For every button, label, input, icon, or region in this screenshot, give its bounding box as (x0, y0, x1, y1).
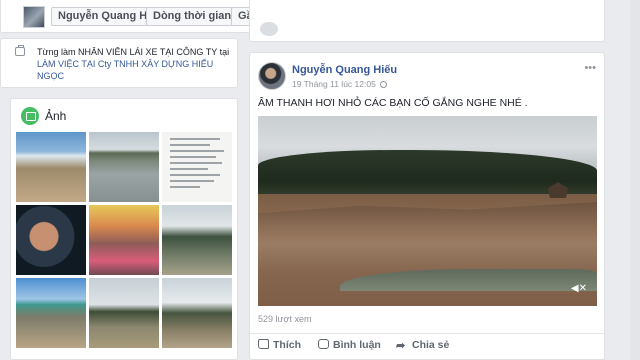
post-timestamp[interactable]: 19 Tháng 11 lúc 12:05 (292, 79, 376, 89)
mute-icon[interactable]: ◀✕ (571, 283, 587, 294)
author-avatar[interactable] (258, 62, 286, 90)
previous-post-card (249, 0, 605, 42)
photos-title[interactable]: Ảnh (45, 109, 66, 123)
intro-card: Từng làm NHÂN VIÊN LÁI XE TẠI CÔNG TY tạ… (0, 38, 238, 88)
share-label: Chia sẻ (412, 339, 450, 351)
share-icon: ➦ (396, 340, 406, 352)
photo-thumbnail[interactable] (162, 205, 232, 275)
work-info: Từng làm NHÂN VIÊN LÁI XE TẠI CÔNG TY tạ… (37, 46, 233, 82)
comment-label: Bình luận (333, 339, 381, 351)
photo-thumbnail[interactable] (89, 205, 159, 275)
comment-button[interactable]: Bình luận (318, 339, 381, 351)
comment-icon (318, 339, 329, 349)
like-button[interactable]: Thích (258, 339, 301, 351)
photo-thumbnail[interactable] (16, 278, 86, 348)
post-actions-bar: Thích Bình luận ➦ Chia sẻ (250, 333, 604, 359)
photo-thumbnail[interactable] (162, 132, 232, 202)
video-player[interactable]: ◀✕ (258, 116, 597, 306)
photo-thumbnail[interactable] (89, 132, 159, 202)
photos-icon (21, 107, 39, 125)
thumbs-up-icon (258, 339, 269, 349)
post-text: ÂM THANH HƠI NHỎ CÁC BẠN CỐ GẮNG NGHE NH… (258, 97, 528, 109)
photo-thumbnail[interactable] (89, 278, 159, 348)
post-meta: 19 Tháng 11 lúc 12:05 (292, 79, 388, 89)
filter-label: Dòng thời gian (153, 10, 232, 22)
profile-avatar[interactable] (23, 6, 45, 28)
globe-icon[interactable] (380, 81, 388, 88)
briefcase-icon (15, 45, 25, 56)
work-info-label: Từng làm NHÂN VIÊN LÁI XE TẠI CÔNG TY tạ… (37, 47, 230, 57)
reaction-icon[interactable] (260, 22, 278, 36)
video-post: Nguyễn Quang Hiếu 19 Tháng 11 lúc 12:05 … (249, 52, 605, 360)
photo-thumbnail[interactable] (16, 132, 86, 202)
view-count[interactable]: 529 lượt xem (258, 314, 311, 324)
post-author[interactable]: Nguyễn Quang Hiếu (292, 64, 397, 76)
photo-thumbnail[interactable] (16, 205, 86, 275)
workplace-link[interactable]: LÀM VIỆC TẠI Cty TNHH XÂY DỰNG HIẾU NGỌC (37, 59, 213, 81)
share-button[interactable]: ➦ Chia sẻ (396, 339, 450, 352)
photos-card: Ảnh (10, 98, 238, 360)
page-scrollbar[interactable] (630, 0, 640, 360)
more-options-icon[interactable]: ••• (584, 63, 596, 74)
like-label: Thích (273, 339, 301, 351)
photo-thumbnail[interactable] (162, 278, 232, 348)
